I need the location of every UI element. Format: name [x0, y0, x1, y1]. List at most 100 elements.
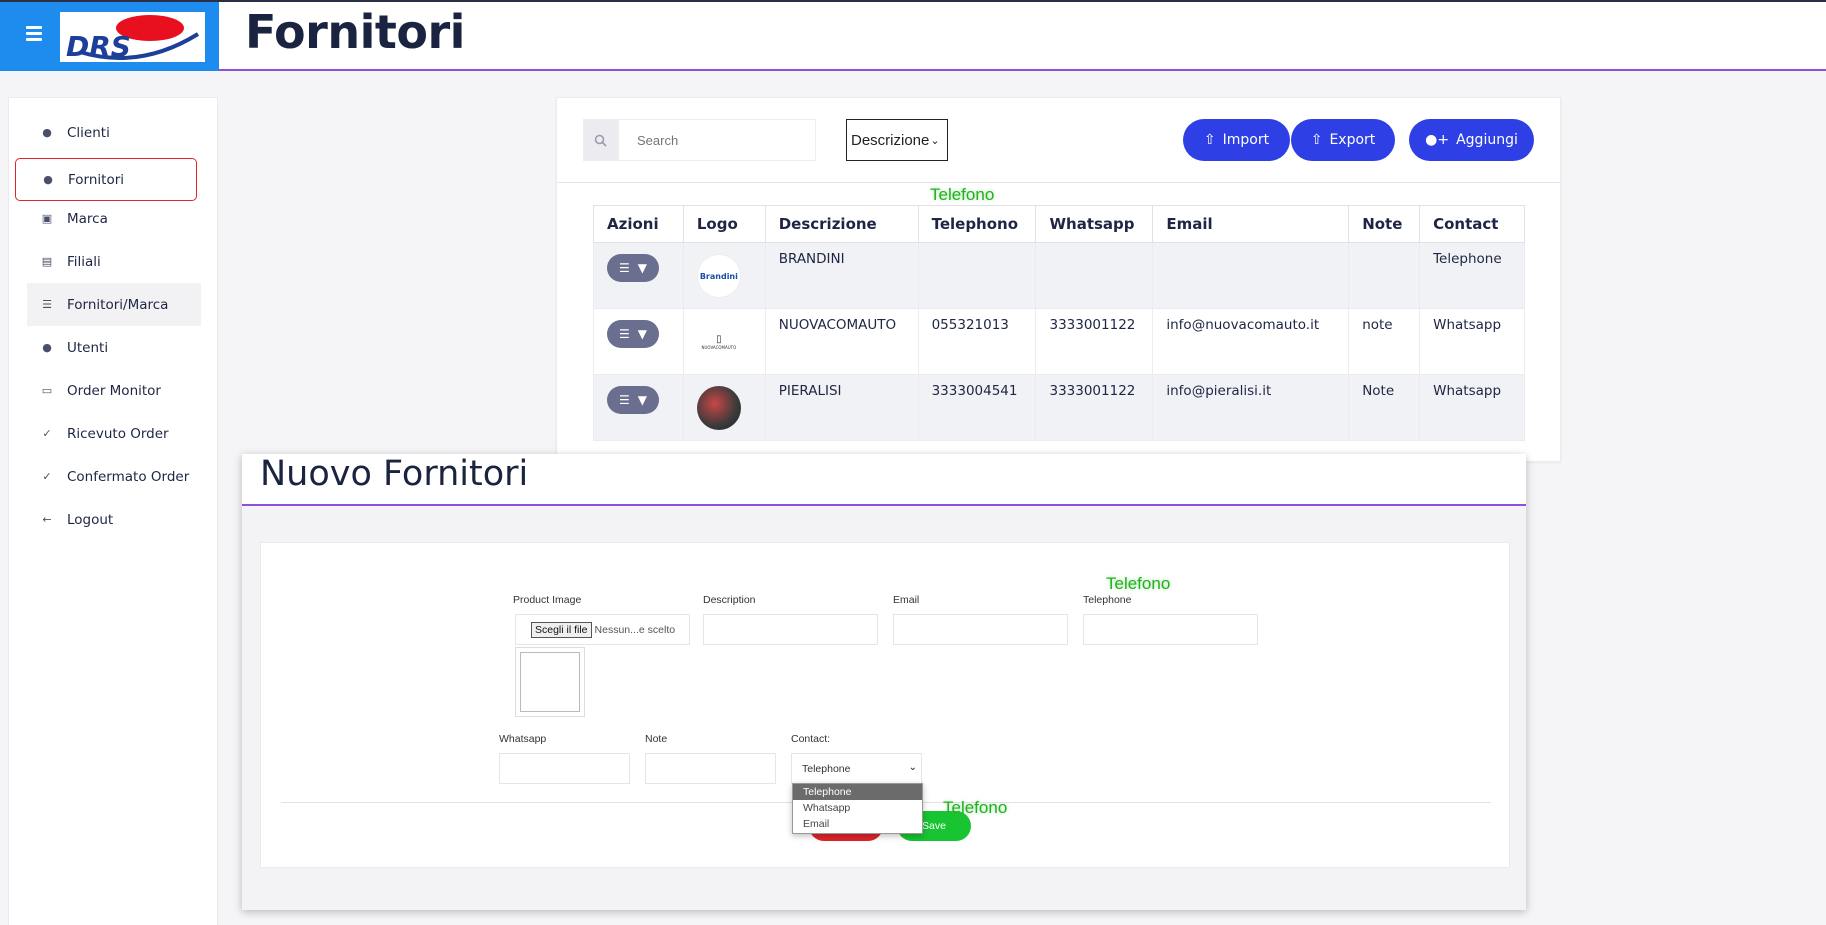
caret-down-icon: ▼	[637, 261, 647, 275]
sidebar-item-clienti[interactable]: ● Clienti	[27, 111, 201, 154]
note-input[interactable]	[645, 753, 776, 784]
logo-cell	[682, 374, 766, 441]
search-icon	[583, 119, 618, 161]
whatsapp-cell: 3333001122	[1035, 374, 1154, 441]
column-header: Telephono	[917, 205, 1037, 243]
sidebar-item-order-monitor[interactable]: ▭ Order Monitor	[27, 369, 201, 412]
table-row: ☰ ▼ Brandini BRANDINI Telephone	[593, 242, 1525, 309]
user-icon: ●	[43, 172, 53, 186]
sidebar-item-confermato-order[interactable]: ✓ Confermato Order	[27, 455, 201, 498]
actions-cell: ☰ ▼	[593, 308, 684, 375]
sidebar-item-filiali[interactable]: ▤ Filiali	[27, 240, 201, 283]
list-icon: ☰	[619, 327, 630, 341]
drs-logo: DRS	[60, 12, 205, 63]
product-image-label: Product Image	[513, 594, 582, 606]
caret-down-icon: ▼	[637, 393, 647, 407]
id-card-icon: ▤	[41, 254, 53, 268]
description-input[interactable]	[703, 614, 878, 645]
sidebar-item-label: Marca	[67, 210, 108, 227]
sidebar-item-label: Fornitori/Marca	[67, 296, 169, 313]
list-icon: ☰	[619, 261, 630, 275]
contact-option[interactable]: Telephone	[793, 784, 922, 800]
suppliers-card: Descrizione ⌄ ⇧ Import ⇧ Export ●+ Aggiu…	[556, 97, 1561, 462]
table-row: ☰ ▼ PIERALISI 3333004541 3333001122 info@…	[593, 374, 1525, 441]
description-label: Description	[703, 594, 756, 606]
check-icon: ✓	[42, 469, 52, 483]
whatsapp-input[interactable]	[499, 753, 630, 784]
telephone-cell: 3333004541	[917, 374, 1037, 441]
whatsapp-cell	[1035, 242, 1154, 309]
sidebar-item-fornitori-marca[interactable]: ☰ Fornitori/Marca	[27, 283, 201, 326]
suppliers-table: Azioni Logo Descrizione Telephono Whatsa…	[593, 205, 1525, 441]
brand-area: DRS	[0, 2, 219, 71]
contact-dropdown-list: Telephone Whatsapp Email	[792, 783, 923, 834]
choose-file-button[interactable]: Scegli il file	[531, 621, 592, 638]
note-cell: note	[1348, 308, 1421, 375]
actions-dropdown-button[interactable]: ☰ ▼	[607, 386, 659, 414]
contact-cell: Whatsapp	[1419, 308, 1525, 375]
email-input[interactable]	[893, 614, 1068, 645]
sidebar-item-label: Utenti	[67, 339, 109, 356]
email-cell: info@pieralisi.it	[1152, 374, 1350, 441]
export-button[interactable]: ⇧ Export	[1291, 119, 1395, 161]
column-header: Azioni	[593, 205, 684, 243]
image-preview	[515, 647, 585, 717]
actions-cell: ☰ ▼	[593, 242, 684, 309]
contact-select-value: Telephone	[802, 762, 851, 775]
email-cell: info@nuovacomauto.it	[1152, 308, 1350, 375]
export-label: Export	[1329, 132, 1376, 148]
sidebar-item-label: Filiali	[67, 253, 101, 270]
actions-dropdown-button[interactable]: ☰ ▼	[607, 254, 659, 282]
add-button[interactable]: ●+ Aggiungi	[1409, 119, 1534, 161]
sidebar-item-ricevuto-order[interactable]: ✓ Ricevuto Order	[27, 412, 201, 455]
sidebar-item-label: Ricevuto Order	[67, 425, 169, 442]
table-row: ☰ ▼ ▯ NUOVACOMAUTO NUOVACOMAUTO 055321013 …	[593, 308, 1525, 375]
search-input[interactable]	[618, 119, 816, 161]
product-image-file-input[interactable]: Scegli il file Nessun...e scelto	[515, 614, 690, 645]
supplier-logo: ▯ NUOVACOMAUTO	[696, 320, 741, 364]
note-cell	[1348, 242, 1421, 309]
divider	[557, 182, 1560, 183]
column-header: Whatsapp	[1035, 205, 1154, 243]
check-icon: ✓	[42, 426, 52, 440]
whatsapp-cell: 3333001122	[1035, 308, 1154, 375]
description-cell: BRANDINI	[764, 242, 919, 309]
sidebar-item-marca[interactable]: ▣ Marca	[27, 197, 201, 240]
telephone-label: Telephone	[1083, 594, 1132, 606]
sidebar-item-logout[interactable]: ← Logout	[27, 498, 201, 541]
description-cell: NUOVACOMAUTO	[764, 308, 919, 375]
monitor-icon: ▭	[41, 383, 53, 397]
chevron-down-icon: ⌄	[930, 134, 940, 147]
file-status-text: Nessun...e scelto	[594, 623, 676, 636]
add-user-icon: ●+	[1425, 132, 1450, 148]
sidebar-item-utenti[interactable]: ● Utenti	[27, 326, 201, 369]
sidebar-item-label: Order Monitor	[67, 382, 161, 399]
supplier-logo: Brandini	[696, 254, 741, 298]
contact-cell: Telephone	[1419, 242, 1525, 309]
sidebar-item-label: Logout	[67, 511, 114, 528]
filter-select[interactable]: Descrizione ⌄	[846, 119, 948, 161]
email-cell	[1152, 242, 1350, 309]
box-icon: ▣	[41, 211, 53, 225]
actions-dropdown-button[interactable]: ☰ ▼	[607, 320, 659, 348]
import-button[interactable]: ⇧ Import	[1183, 119, 1290, 161]
note-label: Note	[645, 733, 668, 745]
caret-down-icon: ▼	[637, 327, 647, 341]
contact-select[interactable]: Telephone ⌄	[791, 753, 922, 784]
sidebar-item-label: Fornitori	[68, 171, 125, 188]
logo-cell: Brandini	[682, 242, 766, 309]
telephone-input[interactable]	[1083, 614, 1258, 645]
column-header: Logo	[682, 205, 766, 243]
column-header: Email	[1152, 205, 1350, 243]
hamburger-menu-icon[interactable]	[26, 26, 42, 42]
sidebar-item-label: Confermato Order	[67, 468, 190, 485]
telephone-cell	[917, 242, 1037, 309]
contact-option[interactable]: Email	[793, 816, 922, 832]
sidebar-item-fornitori[interactable]: ● Fornitori	[15, 158, 197, 201]
list-icon: ☰	[42, 297, 52, 311]
supplier-logo-photo	[696, 386, 741, 430]
modal-header: Nuovo Fornitori	[242, 454, 1526, 506]
telefono-overlay-label: Telefono	[930, 185, 995, 204]
import-label: Import	[1222, 132, 1270, 148]
contact-option[interactable]: Whatsapp	[793, 800, 922, 816]
